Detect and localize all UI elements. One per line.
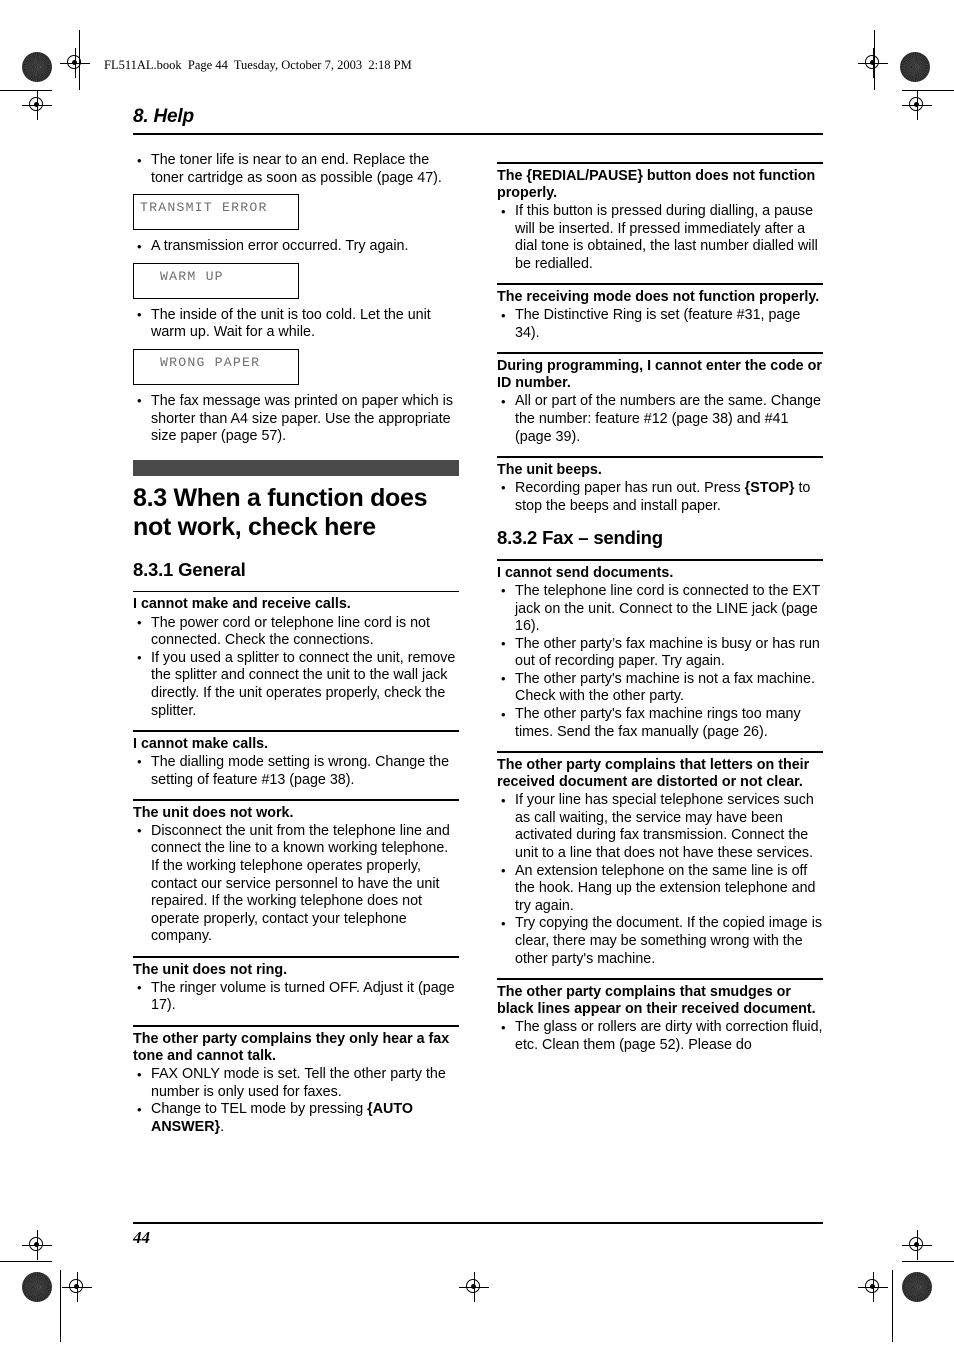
page-number: 44 <box>133 1228 150 1247</box>
bullet-item: The other party’s fax machine is busy or… <box>497 635 823 671</box>
qa-rule <box>133 956 459 958</box>
qa-block: I cannot make calls.The dialling mode se… <box>133 730 459 789</box>
bullet-item: Change to TEL mode by pressing {AUTO ANS… <box>133 1101 459 1136</box>
bullet-item: The glass or rollers are dirty with corr… <box>497 1019 823 1054</box>
qa-rule <box>497 751 823 753</box>
qa-rule <box>497 978 823 980</box>
bullet-item: The power cord or telephone line cord is… <box>133 614 459 650</box>
lcd-display-text: WRONG PAPER <box>160 354 261 370</box>
qa-block: The other party complains that smudges o… <box>497 978 823 1054</box>
bullet-item: If this button is pressed during diallin… <box>497 202 823 273</box>
qa-block: The unit beeps.Recording paper has run o… <box>497 456 823 515</box>
qa-rule <box>133 730 459 732</box>
bullet-item: Recording paper has run out. Press {STOP… <box>497 479 823 515</box>
qa-block: The unit does not work.Disconnect the un… <box>133 799 459 946</box>
bullet-list: A transmission error occurred. Try again… <box>133 238 459 256</box>
bullet-item: The ringer volume is turned OFF. Adjust … <box>133 979 459 1015</box>
qa-question: The other party complains that letters o… <box>497 756 810 791</box>
qa-block: The {REDIAL/PAUSE} button does not funct… <box>497 162 823 273</box>
qa-rule <box>497 162 823 164</box>
bullet-list: The glass or rollers are dirty with corr… <box>497 1019 823 1054</box>
bullet-item: Try copying the document. If the copied … <box>497 915 823 968</box>
subsection-heading-fax-sending: 8.3.2 Fax – sending <box>497 527 663 549</box>
lcd-display-box: WRONG PAPER <box>133 348 299 385</box>
bullet-list: The toner life is near to an end. Replac… <box>133 151 459 187</box>
lcd-display-box: TRANSMIT ERROR <box>133 194 299 231</box>
bullet-list: The Distinctive Ring is set (feature #31… <box>497 307 823 342</box>
qa-question: The {REDIAL/PAUSE} button does not funct… <box>497 167 816 201</box>
bullet-item: The dialling mode setting is wrong. Chan… <box>133 753 459 789</box>
bullet-list: FAX ONLY mode is set. Tell the other par… <box>133 1066 459 1136</box>
lcd-display-box: WARM UP <box>133 262 299 299</box>
qa-question: During programming, I cannot enter the c… <box>497 357 822 392</box>
qa-rule <box>133 799 459 801</box>
left-intro-bullets: The toner life is near to an end. Replac… <box>133 151 459 187</box>
qa-question: The unit does not work. <box>133 804 294 821</box>
bullet-item: The other party's fax machine rings too … <box>497 706 823 741</box>
section-heading: 8.3 When a function does not work, check… <box>133 483 428 541</box>
bullet-item: A transmission error occurred. Try again… <box>133 238 459 256</box>
bullet-list: If this button is pressed during diallin… <box>497 202 823 273</box>
bullet-list: If your line has special telephone servi… <box>497 792 823 968</box>
bullet-list: The power cord or telephone line cord is… <box>133 614 459 721</box>
qa-rule <box>497 456 823 458</box>
page-sheet: FL511AL.book Page 44 Tuesday, October 7,… <box>0 0 954 1351</box>
qa-question: The unit beeps. <box>497 461 602 478</box>
qa-block: The other party complains that letters o… <box>497 751 823 968</box>
section-divider-bar <box>133 459 459 476</box>
qa-block: The other party complains they only hear… <box>133 1025 459 1136</box>
qa-block: I cannot send documents.The telephone li… <box>497 559 823 741</box>
header-rule <box>133 133 823 136</box>
bullet-item: Disconnect the unit from the telephone l… <box>133 822 459 946</box>
qa-question: The receiving mode does not function pro… <box>497 288 820 305</box>
bullet-item: The inside of the unit is too cold. Let … <box>133 306 459 342</box>
bullet-item: An extension telephone on the same line … <box>497 862 823 916</box>
bullet-list: The fax message was printed on paper whi… <box>133 392 459 446</box>
bullet-list: The telephone line cord is connected to … <box>497 582 823 741</box>
qa-question: I cannot make calls. <box>133 735 269 752</box>
qa-question: I cannot send documents. <box>497 564 674 581</box>
bullet-list: Recording paper has run out. Press {STOP… <box>497 479 823 515</box>
footer-rule <box>133 1222 823 1224</box>
bullet-list: Disconnect the unit from the telephone l… <box>133 822 459 946</box>
qa-question: I cannot make and receive calls. <box>133 596 351 613</box>
lcd-display-text: WARM UP <box>160 268 224 284</box>
lcd-message-blocks: TRANSMIT ERROR A transmission error occur… <box>133 194 459 446</box>
left-column: The toner life is near to an end. Replac… <box>133 151 459 1137</box>
qa-rule <box>133 1025 459 1027</box>
file-header-stamp: FL511AL.book Page 44 Tuesday, October 7,… <box>104 58 412 72</box>
subsection-heading-general: 8.3.1 General <box>133 558 246 580</box>
bullet-item: If you used a splitter to connect the un… <box>133 649 459 720</box>
bullet-list: The ringer volume is turned OFF. Adjust … <box>133 979 459 1015</box>
bullet-item: The Distinctive Ring is set (feature #31… <box>497 307 823 342</box>
right-column: The {REDIAL/PAUSE} button does not funct… <box>497 152 823 1054</box>
bullet-list: The inside of the unit is too cold. Let … <box>133 306 459 342</box>
qa-block: I cannot make and receive calls.The powe… <box>133 590 459 721</box>
bullet-item: If your line has special telephone servi… <box>497 792 823 862</box>
qa-question: The unit does not ring. <box>133 961 288 978</box>
qa-block: During programming, I cannot enter the c… <box>497 352 823 446</box>
qa-rule <box>497 559 823 561</box>
lcd-display-text: TRANSMIT ERROR <box>140 200 268 216</box>
qa-block: The unit does not ring.The ringer volume… <box>133 956 459 1015</box>
qa-rule <box>133 590 459 593</box>
bullet-list: The dialling mode setting is wrong. Chan… <box>133 753 459 789</box>
bullet-item: FAX ONLY mode is set. Tell the other par… <box>133 1066 459 1101</box>
bullet-item: All or part of the numbers are the same.… <box>497 393 823 446</box>
right-qa-list-bottom: I cannot send documents.The telephone li… <box>497 559 823 1054</box>
qa-question: The other party complains that smudges o… <box>497 983 816 1017</box>
bullet-item: The toner life is near to an end. Replac… <box>133 151 459 187</box>
right-qa-list-top: The {REDIAL/PAUSE} button does not funct… <box>497 162 823 515</box>
bullet-item: The other party's machine is not a fax m… <box>497 670 823 706</box>
left-qa-list: I cannot make and receive calls.The powe… <box>133 590 459 1137</box>
qa-rule <box>497 283 823 285</box>
bullet-list: All or part of the numbers are the same.… <box>497 393 823 446</box>
bullet-item: The fax message was printed on paper whi… <box>133 392 459 446</box>
qa-question: The other party complains they only hear… <box>133 1030 450 1064</box>
qa-rule <box>497 352 823 354</box>
qa-block: The receiving mode does not function pro… <box>497 283 823 342</box>
bullet-item: The telephone line cord is connected to … <box>497 582 823 636</box>
page-title: 8. Help <box>133 106 194 127</box>
